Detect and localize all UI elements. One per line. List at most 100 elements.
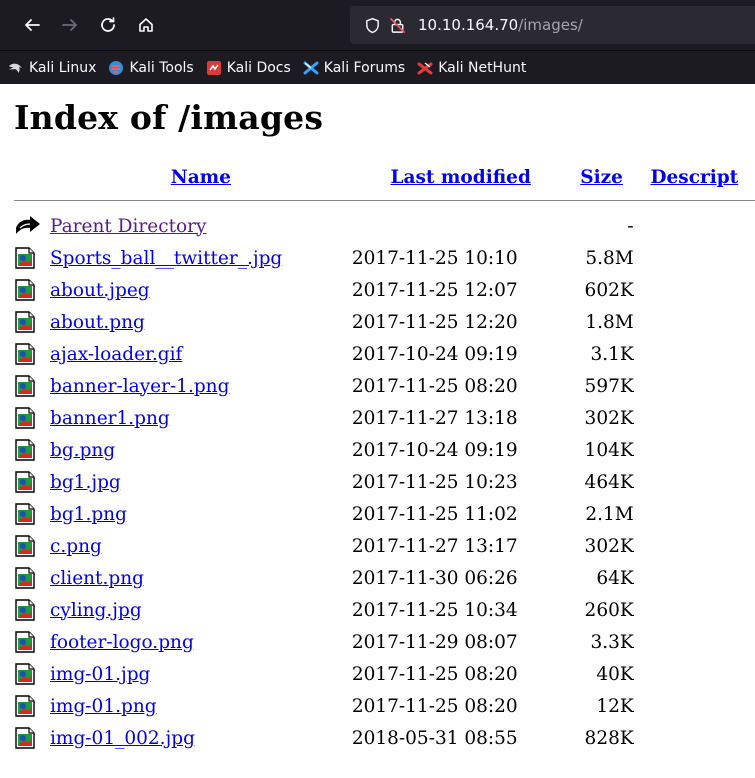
image-file-icon: [15, 311, 35, 333]
file-link[interactable]: banner1.png: [50, 408, 170, 429]
file-size: 3.1K: [590, 343, 634, 365]
image-file-icon: [15, 503, 35, 525]
file-modified: 2017-11-25 12:20: [351, 311, 518, 333]
file-modified: 2017-11-25 10:34: [351, 599, 518, 621]
browser-toolbar: 10.10.164.70/images/: [0, 0, 755, 50]
file-link[interactable]: about.png: [50, 312, 145, 333]
file-size: 260K: [584, 599, 634, 621]
file-link[interactable]: footer-logo.png: [50, 632, 194, 653]
shield-icon: [366, 17, 379, 33]
kali-nethunter-icon: [417, 61, 433, 74]
image-file-icon: [15, 599, 35, 621]
file-row: cyling.jpg 2017-11-25 10:34 260K: [14, 594, 755, 626]
file-row: c.png 2017-11-27 13:17 302K: [14, 530, 755, 562]
image-file-icon: [15, 375, 35, 397]
file-size: 5.8M: [585, 247, 634, 269]
file-description: [634, 722, 755, 754]
parent-directory-link[interactable]: Parent Directory: [50, 216, 206, 237]
file-modified: 2017-11-25 10:23: [351, 471, 518, 493]
directory-listing: Name Last modified Size Descript Parent …: [14, 164, 755, 754]
file-row: bg1.jpg 2017-11-25 10:23 464K: [14, 466, 755, 498]
file-modified: 2017-11-30 06:26: [351, 567, 518, 589]
file-size: 1.8M: [585, 311, 634, 333]
reload-button[interactable]: [90, 7, 126, 43]
icon-column-header: [14, 164, 50, 190]
file-size: 12K: [596, 695, 634, 717]
kali-docs-icon: [206, 60, 221, 75]
arrow-right-icon: [62, 19, 77, 31]
sort-by-description-link[interactable]: Descript: [650, 167, 738, 188]
file-row: img-01.png 2017-11-25 08:20 12K: [14, 690, 755, 722]
bookmark-kali-linux[interactable]: Kali Linux: [8, 60, 96, 76]
file-link[interactable]: bg1.png: [50, 504, 127, 525]
home-button[interactable]: [128, 7, 164, 43]
sort-by-name-link[interactable]: Name: [171, 167, 231, 188]
size-column-header: Size: [570, 164, 634, 190]
file-link[interactable]: bg.png: [50, 440, 115, 461]
sort-by-size-link[interactable]: Size: [580, 167, 623, 188]
name-column-header: Name: [50, 164, 352, 190]
file-description: [634, 562, 755, 594]
file-row: bg.png 2017-10-24 09:19 104K: [14, 434, 755, 466]
file-modified: 2017-10-24 09:19: [351, 343, 518, 365]
file-link[interactable]: ajax-loader.gif: [50, 344, 182, 365]
file-modified: 2017-11-25 10:10: [351, 247, 518, 269]
back-arrow-icon: [16, 216, 40, 234]
file-link[interactable]: img-01.jpg: [50, 664, 150, 685]
image-file-icon: [15, 695, 35, 717]
bookmark-kali-tools[interactable]: Kali Tools: [108, 60, 194, 76]
forward-button[interactable]: [52, 7, 88, 43]
image-file-icon: [15, 247, 35, 269]
file-link[interactable]: cyling.jpg: [50, 600, 142, 621]
file-modified: 2017-11-29 08:07: [351, 631, 518, 653]
url-path: /images/: [518, 16, 583, 34]
url-bar[interactable]: 10.10.164.70/images/: [350, 6, 755, 44]
file-size: 597K: [584, 375, 634, 397]
file-row: ajax-loader.gif 2017-10-24 09:19 3.1K: [14, 338, 755, 370]
arrow-left-icon: [25, 19, 40, 31]
file-description: [634, 594, 755, 626]
bookmarks-toolbar: Kali Linux Kali Tools Kali Docs Kali For…: [0, 50, 755, 84]
file-modified: 2017-11-25 08:20: [351, 375, 518, 397]
file-description: [634, 658, 755, 690]
reload-icon: [101, 17, 115, 32]
file-description: [634, 242, 755, 274]
file-link[interactable]: Sports_ball__twitter_.jpg: [50, 248, 282, 269]
file-link[interactable]: img-01.png: [50, 696, 157, 717]
file-link[interactable]: c.png: [50, 536, 102, 557]
bookmark-kali-nethunter[interactable]: Kali NetHunt: [417, 60, 526, 76]
file-modified: 2017-11-25 11:02: [351, 503, 518, 525]
file-link[interactable]: banner-layer-1.png: [50, 376, 229, 397]
back-button[interactable]: [14, 7, 50, 43]
file-modified: 2017-11-25 08:20: [351, 663, 518, 685]
file-link[interactable]: about.jpeg: [50, 280, 150, 301]
insecure-lock-icon[interactable]: [389, 17, 406, 34]
image-file-icon: [15, 343, 35, 365]
file-link[interactable]: bg1.jpg: [50, 472, 121, 493]
file-size: 302K: [584, 535, 634, 557]
file-row: img-01_002.jpg 2018-05-31 08:55 828K: [14, 722, 755, 754]
file-row: banner-layer-1.png 2017-11-25 08:20 597K: [14, 370, 755, 402]
file-modified: 2017-11-25 08:20: [351, 695, 518, 717]
file-description: [634, 530, 755, 562]
file-description: [634, 402, 755, 434]
page-content: Index of /images Name Last modified Size…: [0, 98, 755, 754]
header-row: Name Last modified Size Descript: [14, 164, 755, 190]
bookmark-kali-forums[interactable]: Kali Forums: [303, 60, 405, 76]
image-file-icon: [15, 535, 35, 557]
url-host: 10.10.164.70: [418, 16, 519, 34]
bookmark-kali-docs[interactable]: Kali Docs: [206, 60, 291, 76]
file-row: banner1.png 2017-11-27 13:18 302K: [14, 402, 755, 434]
sort-by-modified-link[interactable]: Last modified: [390, 167, 530, 188]
image-file-icon: [15, 567, 35, 589]
kali-forums-icon: [303, 61, 319, 74]
page-title: Index of /images: [14, 98, 324, 137]
file-row: bg1.png 2017-11-25 11:02 2.1M: [14, 498, 755, 530]
file-modified: 2017-11-27 13:18: [351, 407, 518, 429]
file-description: [634, 274, 755, 306]
file-link[interactable]: img-01_002.jpg: [50, 728, 195, 749]
file-description: [634, 626, 755, 658]
file-link[interactable]: client.png: [50, 568, 144, 589]
file-description: [634, 498, 755, 530]
file-modified: 2018-05-31 08:55: [351, 727, 518, 749]
